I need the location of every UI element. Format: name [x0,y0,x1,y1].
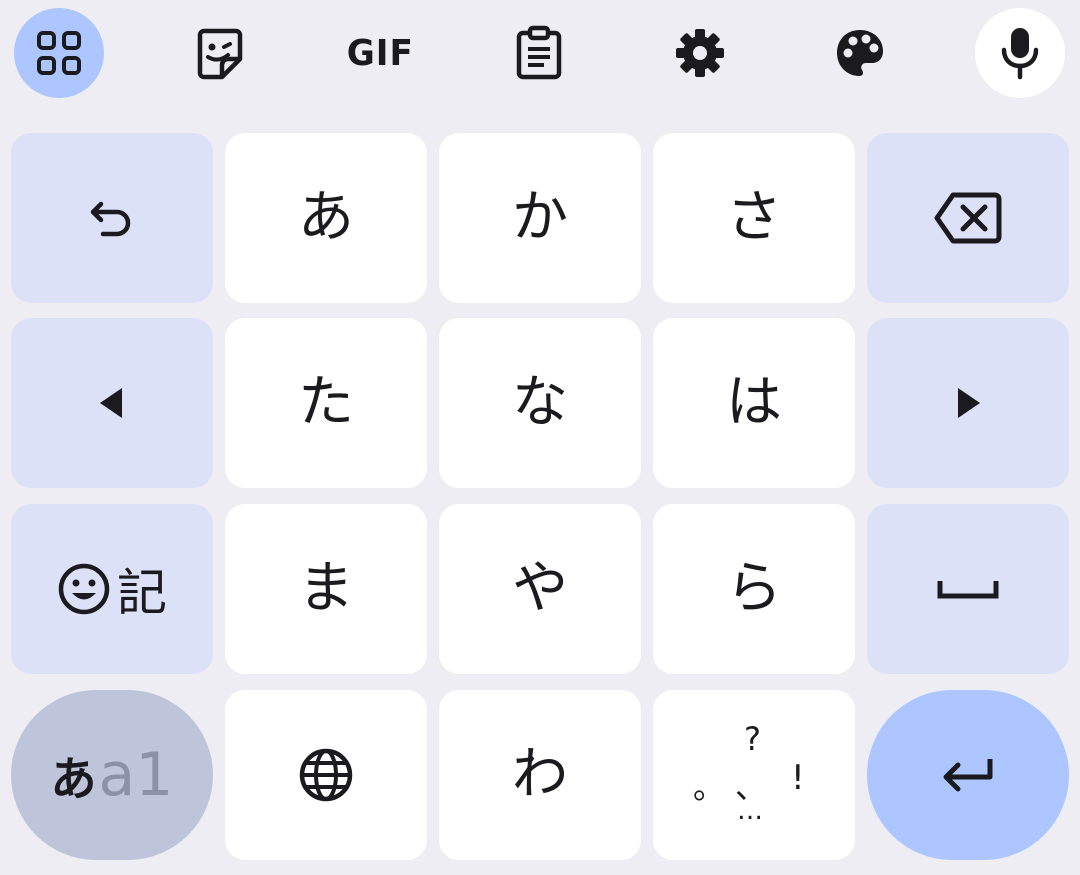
key-ra[interactable]: ら [653,504,855,674]
key-ma[interactable]: ま [225,504,427,674]
key-ta-label: た [298,370,354,435]
key-wa-label: わ [512,742,568,807]
voice-input-button[interactable] [975,8,1065,98]
enter-icon [943,759,993,792]
mode-hiragana-label: あ [50,752,97,806]
keyboard-toolbar: GIF [0,0,1080,110]
clipboard-button[interactable] [494,8,584,98]
enter-key[interactable] [867,690,1069,860]
key-ha[interactable]: は [653,318,855,488]
input-mode-key[interactable]: あ a1 [11,690,213,860]
punct-maru: 。 [693,768,726,806]
undo-key[interactable] [11,133,213,303]
key-sa[interactable]: さ [653,133,855,303]
key-ya[interactable]: や [439,504,641,674]
backspace-key[interactable] [867,133,1069,303]
theme-button[interactable] [815,8,905,98]
emoji-symbols-key[interactable]: 記 [11,504,213,674]
gif-label: GIF [346,32,414,74]
triangle-left-icon [100,388,122,418]
punctuation-labels: ? 。 、 ! … [653,690,855,860]
key-na[interactable]: な [439,318,641,488]
apps-grid-button[interactable] [14,8,104,98]
punctuation-key[interactable]: ? 。 、 ! … [653,690,855,860]
input-mode-label: あ a1 [51,740,174,810]
cursor-right-key[interactable] [867,318,1069,488]
key-na-label: な [512,370,568,435]
space-icon [937,581,999,599]
emoji-symbols-content: 記 [57,553,167,625]
undo-icon [90,201,131,237]
smiley-icon [58,563,110,615]
key-ya-label: や [512,556,568,621]
gear-icon [676,29,724,77]
punct-question: ? [744,720,761,758]
key-ha-label: は [726,370,782,435]
key-sa-label: さ [726,185,782,250]
key-ta[interactable]: た [225,318,427,488]
key-ra-label: ら [726,556,782,621]
clipboard-icon [516,25,562,80]
apps-grid-icon [37,31,81,75]
symbols-label: 記 [117,564,167,622]
globe-icon [299,748,353,802]
punct-ellipsis: … [737,796,764,826]
key-wa[interactable]: わ [439,690,641,860]
sticker-button[interactable] [175,8,265,98]
key-a[interactable]: あ [225,133,427,303]
key-ka-label: か [512,185,568,250]
settings-button[interactable] [655,8,745,98]
language-switch-key[interactable] [225,690,427,860]
sticker-icon [197,28,243,80]
space-key[interactable] [867,504,1069,674]
key-ka[interactable]: か [439,133,641,303]
key-ma-label: ま [298,556,354,621]
palette-icon [837,30,883,76]
key-a-label: あ [298,185,354,250]
gif-button[interactable]: GIF [335,8,425,98]
cursor-left-key[interactable] [11,318,213,488]
backspace-icon [934,192,1002,244]
mode-alphanumeric-label: a1 [98,740,174,810]
punct-exclaim: ! [791,758,805,798]
triangle-right-icon [958,388,980,418]
microphone-icon [1001,28,1039,80]
